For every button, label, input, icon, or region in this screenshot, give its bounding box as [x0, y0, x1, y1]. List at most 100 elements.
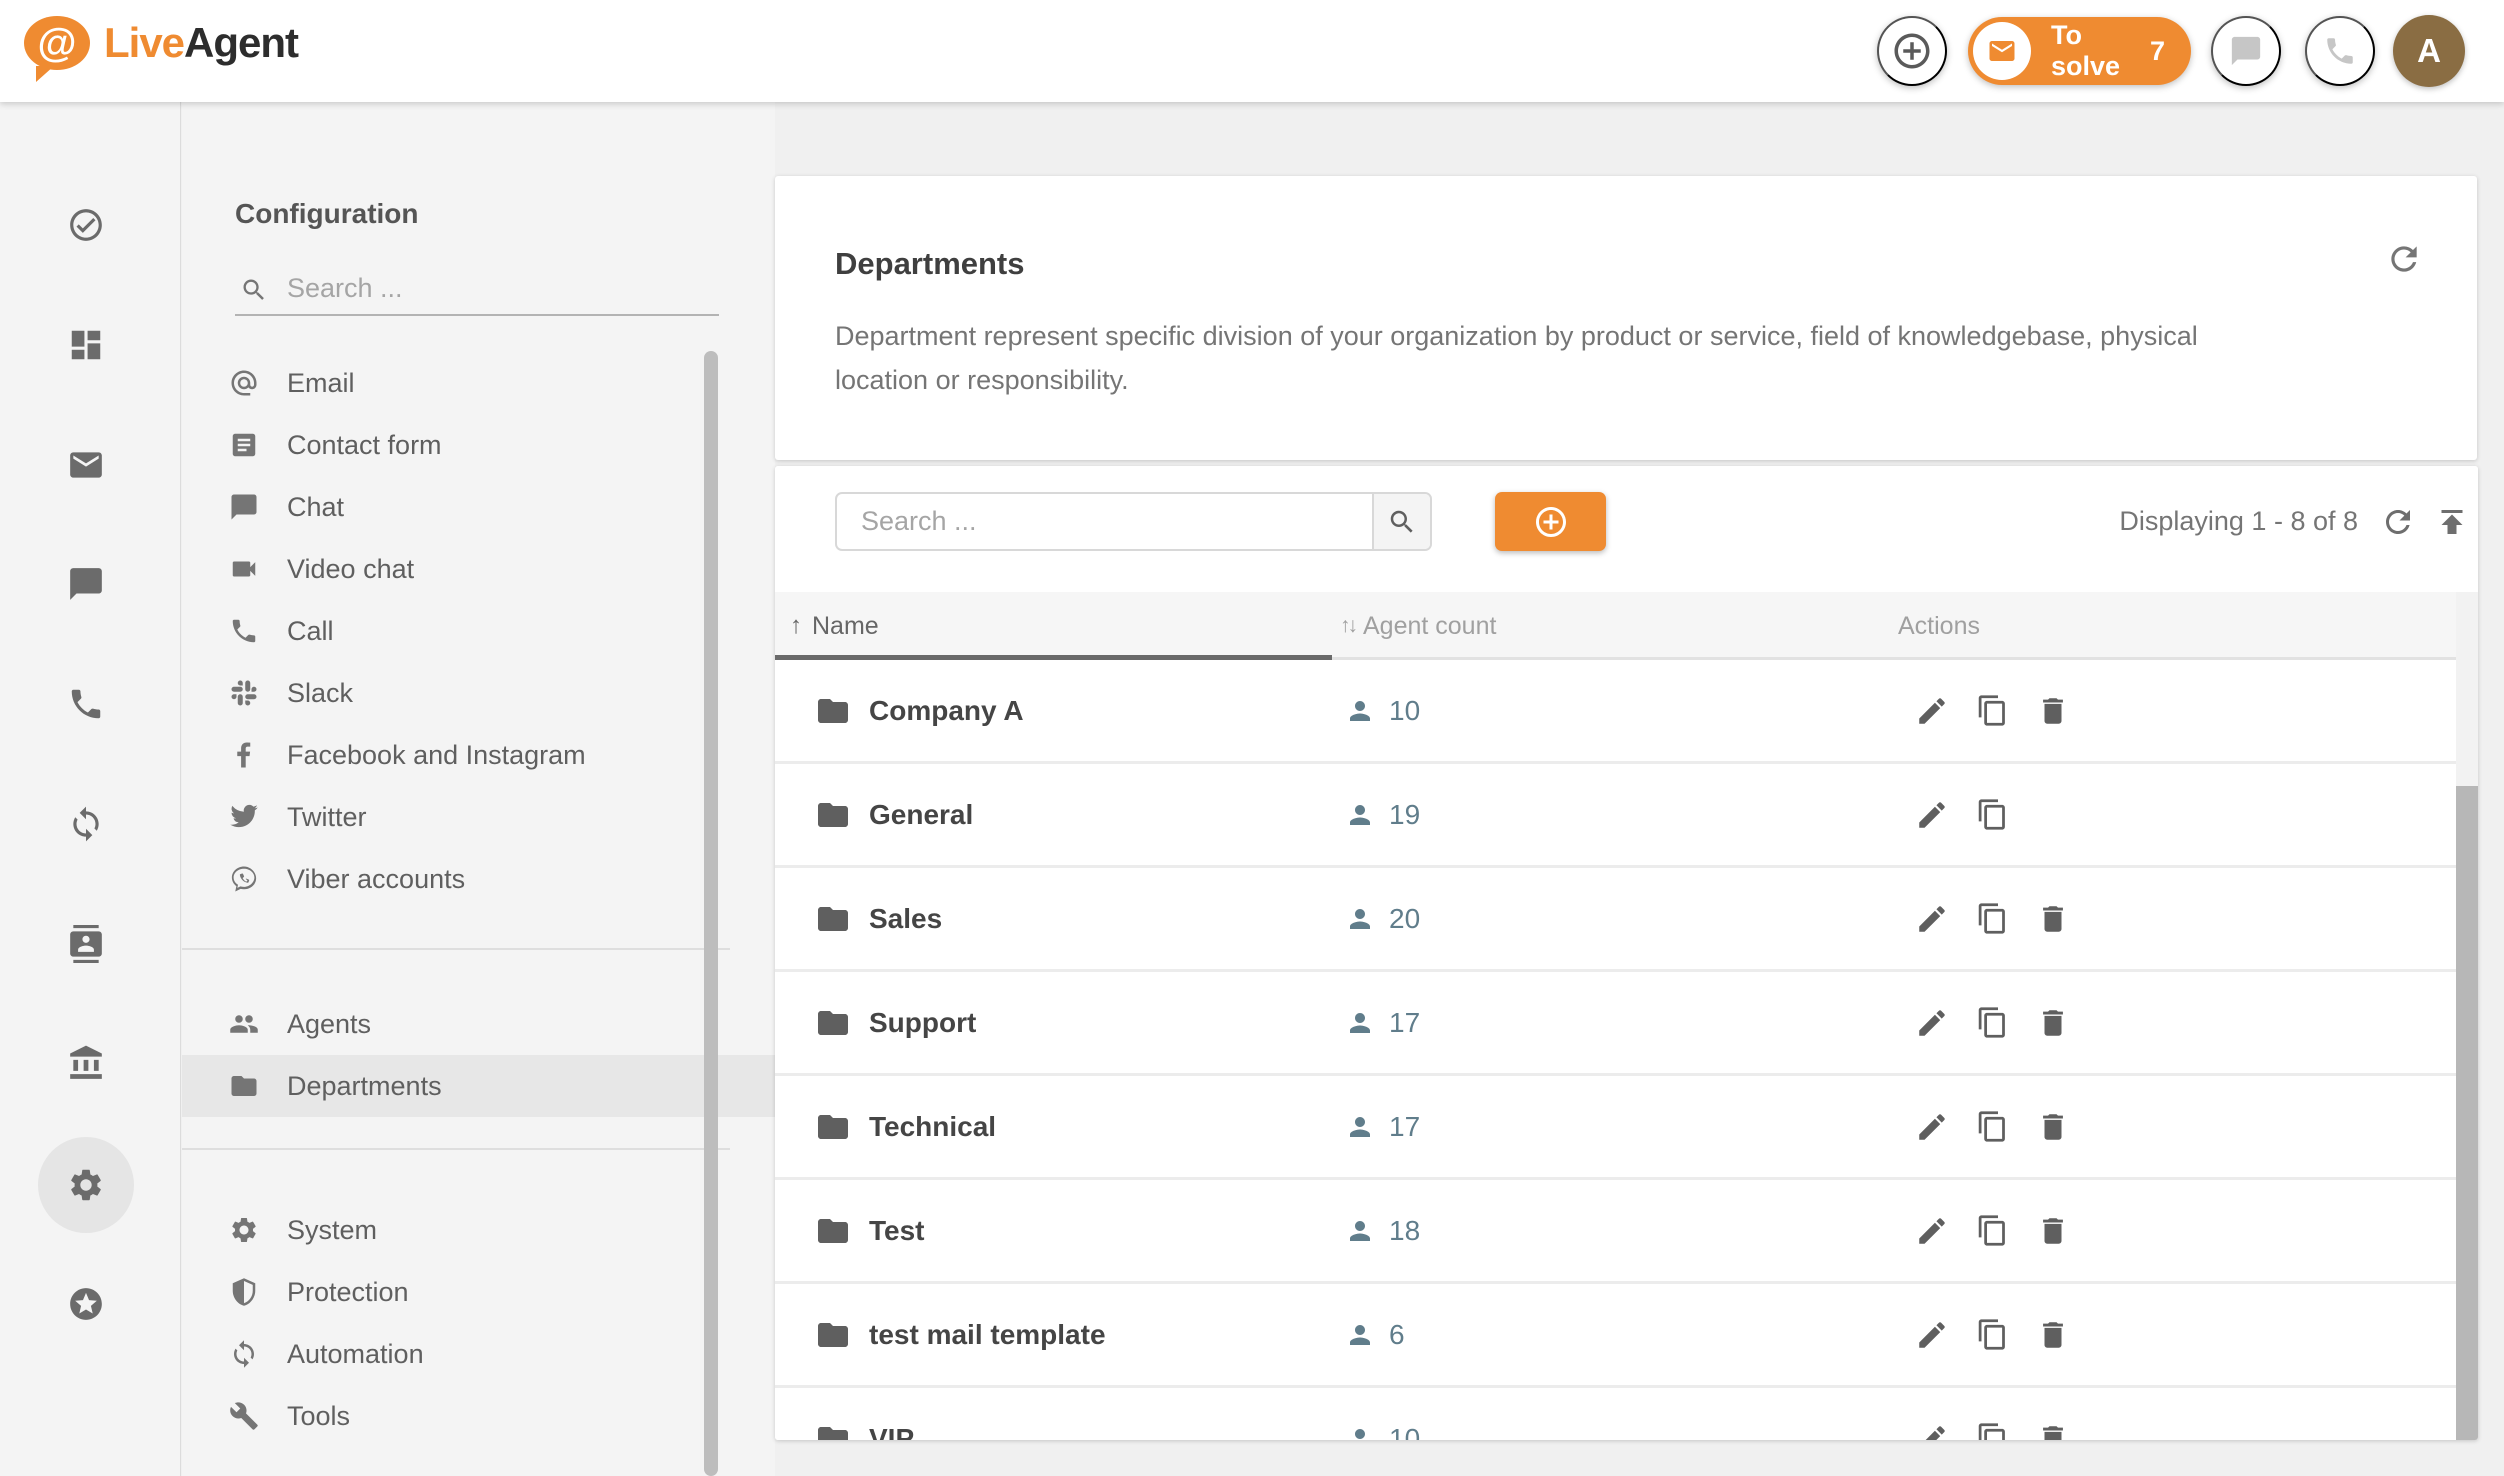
loop-icon: [67, 805, 105, 843]
sidebar-item-agents[interactable]: Agents: [182, 993, 775, 1055]
page-description: Department represent specific division o…: [835, 314, 2265, 402]
copy-button[interactable]: [1976, 798, 2009, 831]
copy-icon: [1976, 1422, 2009, 1440]
actions-cell: [1915, 694, 2070, 728]
table-scrollbar-track[interactable]: [2456, 592, 2478, 1440]
reload-list-button[interactable]: [2380, 504, 2416, 540]
edit-button[interactable]: [1915, 1422, 1949, 1441]
delete-button[interactable]: [2036, 902, 2070, 936]
rail-item-dashboard[interactable]: [51, 310, 121, 380]
edit-button[interactable]: [1915, 1006, 1949, 1040]
table-row-test-mail-template[interactable]: test mail template 6: [775, 1284, 2456, 1388]
sidebar-item-chat[interactable]: Chat: [182, 476, 775, 538]
rail-item-contacts[interactable]: [51, 909, 121, 979]
trash-icon: [2036, 1110, 2070, 1144]
copy-icon: [1976, 1006, 2009, 1039]
sidebar-item-facebook-instagram[interactable]: Facebook and Instagram: [182, 724, 775, 786]
edit-button[interactable]: [1915, 694, 1949, 728]
table-scrollbar-thumb[interactable]: [2456, 786, 2478, 1440]
chat-bubble-icon: [2229, 34, 2263, 68]
to-solve-button[interactable]: To solve 7: [1968, 17, 2191, 85]
sidebar-item-call[interactable]: Call: [182, 600, 775, 662]
delete-button[interactable]: [2036, 1422, 2070, 1441]
rail-item-tickets[interactable]: [51, 190, 121, 260]
chats-button[interactable]: [2211, 16, 2281, 86]
delete-button[interactable]: [2036, 1006, 2070, 1040]
rail-item-loop[interactable]: [51, 789, 121, 859]
copy-button[interactable]: [1976, 902, 2009, 935]
table-row-vip[interactable]: VIP 10: [775, 1388, 2456, 1440]
table-search-input[interactable]: [837, 494, 1372, 549]
name-cell: Company A: [815, 693, 1345, 729]
delete-button[interactable]: [2036, 1214, 2070, 1248]
table-row-company-a[interactable]: Company A 10: [775, 660, 2456, 764]
sidebar-item-label: Tools: [287, 1401, 350, 1432]
people-icon: [229, 1009, 259, 1039]
export-button[interactable]: [2434, 504, 2470, 540]
edit-button[interactable]: [1915, 902, 1949, 936]
delete-button[interactable]: [2036, 1318, 2070, 1352]
viber-icon: [229, 864, 259, 894]
person-icon: [1345, 1424, 1375, 1441]
publish-icon: [2434, 504, 2470, 540]
sidebar-item-slack[interactable]: Slack: [182, 662, 775, 724]
displaying-count: Displaying 1 - 8 of 8: [2119, 506, 2358, 537]
copy-button[interactable]: [1976, 1110, 2009, 1143]
rail-item-mail[interactable]: [51, 430, 121, 500]
refresh-button[interactable]: [2385, 240, 2423, 278]
delete-button[interactable]: [2036, 694, 2070, 728]
sidebar-item-departments[interactable]: Departments: [182, 1055, 775, 1117]
table-toolbar: Displaying 1 - 8 of 8: [775, 466, 2478, 592]
sidebar-item-email[interactable]: Email: [182, 352, 775, 414]
calls-button[interactable]: [2305, 16, 2375, 86]
chat-bubble-icon: [229, 492, 259, 522]
department-name: Technical: [869, 1111, 996, 1143]
edit-button[interactable]: [1915, 798, 1949, 832]
sidebar-item-contact-form[interactable]: Contact form: [182, 414, 775, 476]
rail-item-starred[interactable]: [51, 1269, 121, 1339]
left-icon-rail: [0, 102, 181, 1476]
sidebar-item-label: Twitter: [287, 802, 367, 833]
create-new-button[interactable]: [1877, 16, 1947, 86]
envelope-icon: [1987, 36, 2017, 66]
sidebar-item-protection[interactable]: Protection: [182, 1261, 775, 1323]
sidebar-item-system[interactable]: System: [182, 1199, 775, 1261]
add-department-button[interactable]: [1495, 492, 1606, 551]
user-avatar[interactable]: A: [2393, 15, 2465, 87]
rail-item-call[interactable]: [51, 669, 121, 739]
table-row-test[interactable]: Test 18: [775, 1180, 2456, 1284]
table-search: [835, 492, 1432, 551]
sidebar-item-video-chat[interactable]: Video chat: [182, 538, 775, 600]
rail-item-chat[interactable]: [51, 549, 121, 619]
folder-icon: [815, 1213, 851, 1249]
edit-button[interactable]: [1915, 1110, 1949, 1144]
table-row-sales[interactable]: Sales 20: [775, 868, 2456, 972]
copy-button[interactable]: [1976, 1214, 2009, 1247]
copy-button[interactable]: [1976, 1006, 2009, 1039]
sidebar-item-automation[interactable]: Automation: [182, 1323, 775, 1385]
delete-button[interactable]: [2036, 1110, 2070, 1144]
column-header-agent-count[interactable]: ↑↓ Agent count: [1340, 612, 1898, 641]
sidebar-divider: [182, 948, 730, 950]
copy-button[interactable]: [1976, 1422, 2009, 1440]
edit-button[interactable]: [1915, 1318, 1949, 1352]
sidebar-item-twitter[interactable]: Twitter: [182, 786, 775, 848]
sidebar-item-tools[interactable]: Tools: [182, 1385, 775, 1447]
table-row-technical[interactable]: Technical 17: [775, 1076, 2456, 1180]
actions-cell: [1915, 1006, 2070, 1040]
sidebar-scrollbar[interactable]: [704, 351, 718, 1476]
folder-icon: [815, 797, 851, 833]
rail-item-settings[interactable]: [51, 1150, 121, 1220]
copy-button[interactable]: [1976, 694, 2009, 727]
table-search-button[interactable]: [1372, 494, 1430, 549]
edit-button[interactable]: [1915, 1214, 1949, 1248]
sidebar-search-input[interactable]: [287, 268, 707, 308]
copy-button[interactable]: [1976, 1318, 2009, 1351]
person-icon: [1345, 1320, 1375, 1350]
sidebar-item-viber[interactable]: Viber accounts: [182, 848, 775, 910]
column-header-name[interactable]: ↑ Name: [790, 612, 1340, 641]
rail-item-company[interactable]: [51, 1028, 121, 1098]
table-row-support[interactable]: Support 17: [775, 972, 2456, 1076]
table-row-general[interactable]: General 19: [775, 764, 2456, 868]
agent-count: 20: [1389, 903, 1420, 935]
